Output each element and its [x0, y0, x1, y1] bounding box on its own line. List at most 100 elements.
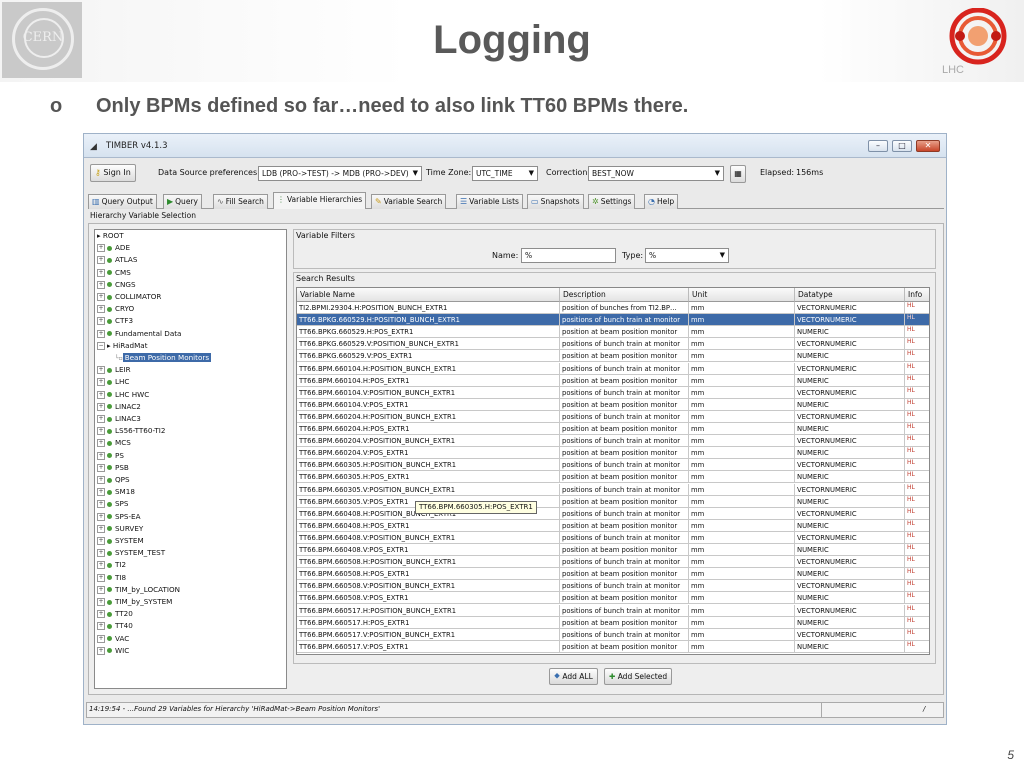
expand-icon[interactable]: + — [97, 366, 105, 375]
table-row[interactable]: TT66.BPM.660517.V:POS_EXTR1 position at b… — [297, 640, 929, 653]
column-header[interactable]: Datatype — [795, 288, 905, 302]
table-row[interactable]: TT66.BPM.660408.H:POS_EXTR1 position at b… — [297, 519, 929, 532]
tree-item-node[interactable]: + TI2 — [97, 559, 126, 571]
table-row[interactable]: TT66.BPKG.660529.V:POSITION_BUNCH_EXTR1 p… — [297, 338, 929, 351]
expand-icon[interactable]: + — [97, 537, 105, 545]
table-row[interactable]: TT66.BPM.660204.H:POSITION_BUNCH_EXTR1 po… — [297, 410, 929, 423]
close-button[interactable]: ✕ — [916, 140, 940, 152]
tree-item-node[interactable]: + TT20 — [97, 608, 133, 620]
expand-icon[interactable]: + — [97, 402, 105, 411]
tab-variable-search[interactable]: ✎ Variable Search — [371, 194, 447, 209]
expand-icon[interactable]: + — [97, 451, 105, 460]
table-row[interactable]: TT66.BPM.660104.H:POSITION_BUNCH_EXTR1 po… — [297, 362, 929, 375]
expand-icon[interactable]: + — [97, 524, 105, 533]
expand-icon[interactable]: + — [97, 610, 105, 619]
tree-item-node[interactable]: + TI8 — [97, 572, 126, 584]
tree-item-node[interactable]: + CTF3 — [97, 315, 133, 327]
expand-icon[interactable]: + — [97, 585, 105, 594]
expand-icon[interactable]: + — [97, 561, 105, 570]
tree-item-node[interactable]: + CNGS — [97, 279, 136, 291]
table-row[interactable]: TI2.BPMI.29304.H:POSITION_BUNCH_EXTR1 pos… — [297, 302, 929, 314]
calendar-button[interactable]: ▦ — [730, 165, 746, 183]
tree-item-node[interactable]: + MCS — [97, 437, 131, 449]
expand-icon[interactable]: + — [97, 378, 105, 387]
tree-item-node[interactable]: + CMS — [97, 267, 131, 279]
table-row[interactable]: TT66.BPM.660517.V:POSITION_BUNCH_EXTR1 po… — [297, 628, 929, 641]
expand-icon[interactable]: + — [97, 256, 105, 265]
expand-icon[interactable]: − — [97, 341, 105, 350]
data-source-select[interactable]: LDB (PRO->TEST) -> MDB (PRO->DEV) ▼ — [258, 166, 422, 181]
tree-item-node[interactable]: + SYSTEM_TEST — [97, 547, 165, 559]
window-titlebar[interactable]: ◢ TIMBER v4.1.3 – □ ✕ — [84, 134, 946, 158]
maximize-button[interactable]: □ — [892, 140, 912, 152]
tree-item-node[interactable]: + LHC — [97, 376, 129, 388]
tree-item-node[interactable]: + SYSTEM — [97, 535, 144, 547]
name-filter-input[interactable]: % — [521, 248, 616, 263]
expand-icon[interactable]: + — [97, 268, 105, 277]
tree-item-node[interactable]: − ▸ HiRadMat — [97, 340, 148, 352]
table-row[interactable]: TT66.BPM.660508.V:POS_EXTR1 position at b… — [297, 592, 929, 605]
expand-icon[interactable]: + — [97, 488, 105, 497]
expand-icon[interactable]: + — [97, 598, 105, 606]
tab-query[interactable]: ▶ Query — [163, 194, 202, 209]
tree-item-node[interactable]: + COLLIMATOR — [97, 291, 161, 303]
table-row[interactable]: TT66.BPM.660408.V:POSITION_BUNCH_EXTR1 po… — [297, 531, 929, 544]
tree-item-node[interactable]: + QPS — [97, 474, 130, 486]
tree-item-selected[interactable]: └▫ Beam Position Monitors — [97, 352, 212, 364]
table-row[interactable]: TT66.BPKG.660529.H:POSITION_BUNCH_EXTR1 p… — [297, 314, 929, 327]
correction-select[interactable]: BEST_NOW ▼ — [588, 166, 724, 181]
expand-icon[interactable]: + — [97, 573, 105, 582]
tree-item-node[interactable]: + PSB — [97, 462, 129, 474]
tab-help[interactable]: ◔ Help — [644, 194, 679, 209]
tab-variable-lists[interactable]: ☰ Variable Lists — [456, 194, 523, 209]
tree-item-node[interactable]: + LS56-TT60-TI2 — [97, 425, 165, 437]
tree-item-node[interactable]: + LINAC2 — [97, 401, 141, 413]
expand-icon[interactable]: + — [97, 634, 105, 643]
expand-icon[interactable]: + — [97, 329, 105, 338]
expand-icon[interactable]: + — [97, 415, 105, 423]
table-row[interactable]: TT66.BPM.660204.V:POSITION_BUNCH_EXTR1 po… — [297, 435, 929, 448]
table-row[interactable]: TT66.BPM.660517.H:POSITION_BUNCH_EXTR1 po… — [297, 604, 929, 617]
table-row[interactable]: TT66.BPM.660305.V:POSITION_BUNCH_EXTR1 po… — [297, 483, 929, 496]
table-row[interactable]: TT66.BPM.660508.H:POSITION_BUNCH_EXTR1 po… — [297, 556, 929, 569]
tab-snapshots[interactable]: ▭ Snapshots — [527, 194, 584, 209]
tree-item-node[interactable]: + SPS-EA — [97, 511, 141, 523]
tree-item-node[interactable]: + ATLAS — [97, 254, 137, 266]
column-header[interactable]: Info — [905, 288, 929, 302]
tree-item-node[interactable]: + VAC — [97, 633, 129, 645]
column-header[interactable]: Variable Name — [297, 288, 560, 302]
expand-icon[interactable]: + — [97, 463, 105, 472]
table-row[interactable]: TT66.BPM.660305.H:POS_EXTR1 position at b… — [297, 471, 929, 484]
sign-in-button[interactable]: ⚷ Sign In — [90, 164, 136, 182]
expand-icon[interactable]: + — [97, 439, 105, 448]
expand-icon[interactable]: + — [97, 512, 105, 521]
table-row[interactable]: TT66.BPM.660408.H:POSITION_BUNCH_EXTR1 po… — [297, 507, 929, 520]
table-row[interactable]: TT66.BPM.660508.H:POS_EXTR1 position at b… — [297, 568, 929, 581]
table-row[interactable]: TT66.BPM.660104.V:POSITION_BUNCH_EXTR1 po… — [297, 386, 929, 399]
table-row[interactable]: TT66.BPM.660204.V:POS_EXTR1 position at b… — [297, 447, 929, 460]
tree-item-node[interactable]: + LEIR — [97, 364, 131, 376]
tree-item-node[interactable]: + WIC — [97, 645, 129, 657]
expand-icon[interactable]: + — [97, 622, 105, 631]
column-header[interactable]: Unit — [689, 288, 795, 302]
time-zone-select[interactable]: UTC_TIME ▼ — [472, 166, 538, 181]
table-row[interactable]: TT66.BPM.660305.H:POSITION_BUNCH_EXTR1 po… — [297, 459, 929, 472]
tree-item-node[interactable]: + TIM_by_SYSTEM — [97, 596, 172, 608]
expand-icon[interactable]: + — [97, 500, 105, 509]
table-row[interactable]: TT66.BPM.660508.V:POSITION_BUNCH_EXTR1 po… — [297, 580, 929, 593]
expand-icon[interactable]: + — [97, 476, 105, 484]
type-filter-select[interactable]: % ▼ — [645, 248, 729, 263]
hierarchy-tree[interactable]: ▸ ROOT + ADE + ATLAS + CMS + CNGS + COLLIMATOR + CRY… — [94, 229, 287, 689]
tree-item-node[interactable]: + CRYO — [97, 303, 134, 315]
tab-query-output[interactable]: ▥ Query Output — [88, 194, 157, 209]
table-row[interactable]: TT66.BPM.660104.H:POS_EXTR1 position at b… — [297, 374, 929, 387]
table-row[interactable]: TT66.BPM.660408.V:POS_EXTR1 position at b… — [297, 544, 929, 556]
column-header[interactable]: Description — [560, 288, 689, 302]
expand-icon[interactable]: + — [97, 427, 105, 436]
expand-icon[interactable]: + — [97, 646, 105, 655]
expand-icon[interactable]: + — [97, 549, 105, 558]
expand-icon[interactable]: + — [97, 280, 105, 289]
table-row[interactable]: TT66.BPM.660104.V:POS_EXTR1 position at b… — [297, 398, 929, 411]
tree-item-node[interactable]: + Fundamental Data — [97, 328, 181, 340]
tree-item-node[interactable]: + PS — [97, 450, 124, 462]
